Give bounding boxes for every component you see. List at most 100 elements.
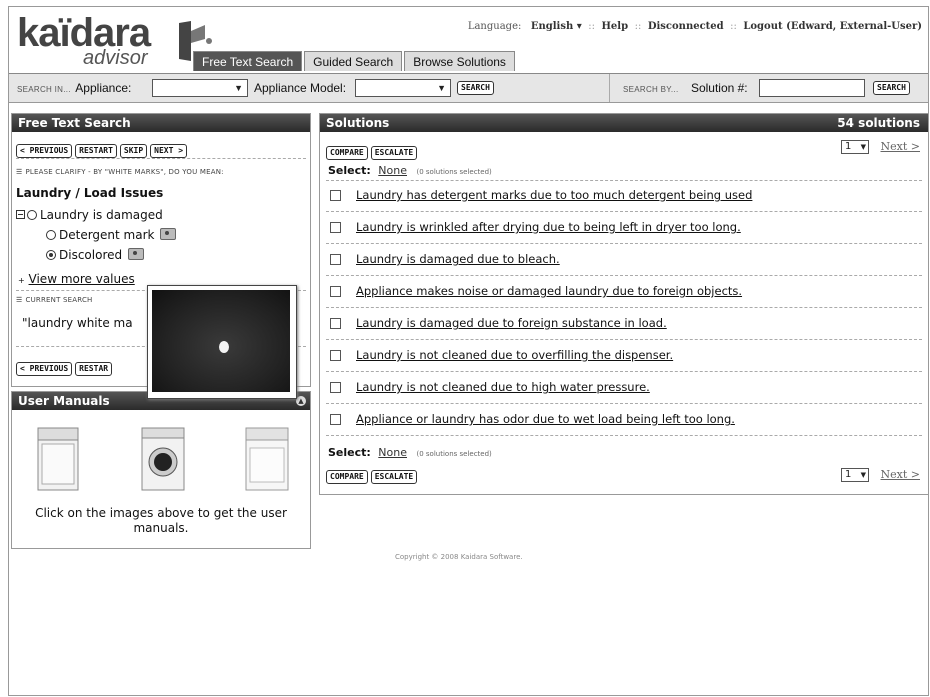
radio-icon[interactable] <box>46 230 56 240</box>
camera-icon[interactable] <box>128 248 145 260</box>
solution-row[interactable]: Laundry has detergent marks due to too m… <box>326 180 922 212</box>
solution-link[interactable]: Laundry is not cleaned due to overfillin… <box>356 348 673 362</box>
solutions-count: 54 solutions <box>837 116 920 130</box>
restart-button[interactable]: RESTART <box>75 144 117 158</box>
solution-checkbox[interactable] <box>330 414 341 425</box>
solution-link[interactable]: Appliance makes noise or damaged laundry… <box>356 284 742 298</box>
top-links: Language: English ▾ :: Help :: Disconnec… <box>468 21 922 32</box>
solution-checkbox[interactable] <box>330 222 341 233</box>
separator: :: <box>730 21 737 32</box>
copyright: Copyright © 2008 Kaidara Software. <box>395 553 523 561</box>
collapse-icon[interactable] <box>16 210 25 219</box>
view-more-link[interactable]: View more values <box>29 272 135 286</box>
solution-link[interactable]: Laundry is not cleaned due to high water… <box>356 380 650 394</box>
list-icon: ☰ <box>16 168 23 176</box>
next-page-link[interactable]: Next > <box>881 140 920 153</box>
option-laundry-damaged[interactable]: Laundry is damaged <box>16 208 163 222</box>
solution-checkbox[interactable] <box>330 254 341 265</box>
previous-button[interactable]: < PREVIOUS <box>16 362 73 376</box>
radio-icon[interactable] <box>46 250 56 260</box>
search-in-label: SEARCH IN... <box>17 85 71 94</box>
solution-checkbox[interactable] <box>330 190 341 201</box>
solutions-panel: Solutions 54 solutions COMPARE ESCALATE 1… <box>319 113 928 495</box>
panel-title: Free Text Search <box>12 114 310 132</box>
radio-icon[interactable] <box>27 210 37 220</box>
solution-row[interactable]: Laundry is not cleaned due to overfillin… <box>326 340 922 372</box>
separator: :: <box>634 21 642 32</box>
divider <box>609 74 610 102</box>
pager-bottom: 1 ▼ Next > <box>841 468 920 482</box>
solution-link[interactable]: Laundry is damaged due to bleach. <box>356 252 560 266</box>
solution-actions-bottom: COMPARE ESCALATE <box>326 464 420 484</box>
solution-number-label: Solution #: <box>690 81 748 95</box>
tab-browse-solutions[interactable]: Browse Solutions <box>404 51 515 71</box>
select-none-link[interactable]: None <box>378 164 407 177</box>
washer-front-load-icon[interactable] <box>140 426 186 492</box>
next-page-link[interactable]: Next > <box>881 468 920 481</box>
select-label: Select: <box>328 164 371 177</box>
chevron-down-icon: ▼ <box>437 83 446 93</box>
washer-top-load-icon[interactable] <box>36 426 80 492</box>
dryer-icon[interactable] <box>244 426 290 492</box>
escalate-button[interactable]: ESCALATE <box>370 470 418 484</box>
solution-checkbox[interactable] <box>330 382 341 393</box>
previous-button[interactable]: < PREVIOUS <box>16 144 73 158</box>
model-label: Appliance Model: <box>254 81 347 95</box>
search-bar: SEARCH IN... Appliance: ▼ Appliance Mode… <box>9 73 928 103</box>
selected-count: (0 solutions selected) <box>416 168 492 176</box>
solution-link[interactable]: Laundry is wrinkled after drying due to … <box>356 220 741 234</box>
restart-button[interactable]: RESTAR <box>75 362 113 376</box>
option-detergent-mark[interactable]: Detergent mark <box>46 228 177 242</box>
skip-button[interactable]: SKIP <box>119 144 148 158</box>
user-manuals-panel: User Manuals ▲ Click on the images above… <box>11 391 311 549</box>
solution-link[interactable]: Laundry is damaged due to foreign substa… <box>356 316 667 330</box>
tab-guided-search[interactable]: Guided Search <box>304 51 403 71</box>
solution-row[interactable]: Appliance or laundry has odor due to wet… <box>326 404 922 436</box>
chevron-down-icon: ▾ <box>576 21 582 32</box>
connection-status: Disconnected <box>647 21 724 32</box>
solution-link[interactable]: Laundry has detergent marks due to too m… <box>356 188 752 202</box>
select-label: Select: <box>328 446 371 459</box>
app-frame: kaïdara advisor Language: English ▾ :: H… <box>8 6 929 696</box>
appliance-select[interactable]: ▼ <box>152 79 248 97</box>
view-more-values[interactable]: + View more values <box>18 272 135 286</box>
logo-subtitle: advisor <box>83 47 148 69</box>
solution-row[interactable]: Laundry is damaged due to foreign substa… <box>326 308 922 340</box>
option-label: Detergent mark <box>59 228 155 242</box>
page-select[interactable]: 1 ▼ <box>841 140 870 154</box>
solution-checkbox[interactable] <box>330 286 341 297</box>
solution-row[interactable]: Laundry is not cleaned due to high water… <box>326 372 922 404</box>
solution-row[interactable]: Laundry is damaged due to bleach. <box>326 244 922 276</box>
compare-button[interactable]: COMPARE <box>326 470 368 484</box>
tab-bar: Free Text Search Guided Search Browse So… <box>193 51 517 71</box>
tab-free-text-search[interactable]: Free Text Search <box>193 51 303 71</box>
camera-icon[interactable] <box>160 228 177 240</box>
solution-number-input[interactable] <box>759 79 865 97</box>
select-none-link[interactable]: None <box>378 446 407 459</box>
current-search-header: ☰ CURRENT SEARCH <box>16 296 93 304</box>
next-button[interactable]: NEXT > <box>150 144 188 158</box>
solution-checkbox[interactable] <box>330 350 341 361</box>
collapse-icon[interactable]: ▲ <box>296 396 306 406</box>
page-select[interactable]: 1 ▼ <box>841 468 870 482</box>
logout-link[interactable]: Logout (Edward, External-User) <box>743 21 922 32</box>
solution-actions-top: COMPARE ESCALATE <box>326 140 420 160</box>
solution-link[interactable]: Appliance or laundry has odor due to wet… <box>356 412 735 426</box>
compare-button[interactable]: COMPARE <box>326 146 368 160</box>
escalate-button[interactable]: ESCALATE <box>370 146 418 160</box>
solution-row[interactable]: Laundry is wrinkled after drying due to … <box>326 212 922 244</box>
language-select[interactable]: English ▾ <box>531 21 582 32</box>
option-discolored[interactable]: Discolored <box>46 248 145 262</box>
model-select[interactable]: ▼ <box>355 79 451 97</box>
header: kaïdara advisor Language: English ▾ :: H… <box>9 7 928 71</box>
question-title: Laundry / Load Issues <box>16 186 164 200</box>
selected-count: (0 solutions selected) <box>416 450 492 458</box>
option-label: Laundry is damaged <box>40 208 163 222</box>
help-link[interactable]: Help <box>601 21 628 32</box>
solution-checkbox[interactable] <box>330 318 341 329</box>
bottom-navigation-buttons: < PREVIOUS RESTAR <box>16 356 115 376</box>
search-button[interactable]: SEARCH <box>457 81 494 95</box>
search-by-solution-button[interactable]: SEARCH <box>873 81 910 95</box>
search-by-group: SEARCH BY... Solution #: <box>623 74 748 102</box>
solution-row[interactable]: Appliance makes noise or damaged laundry… <box>326 276 922 308</box>
